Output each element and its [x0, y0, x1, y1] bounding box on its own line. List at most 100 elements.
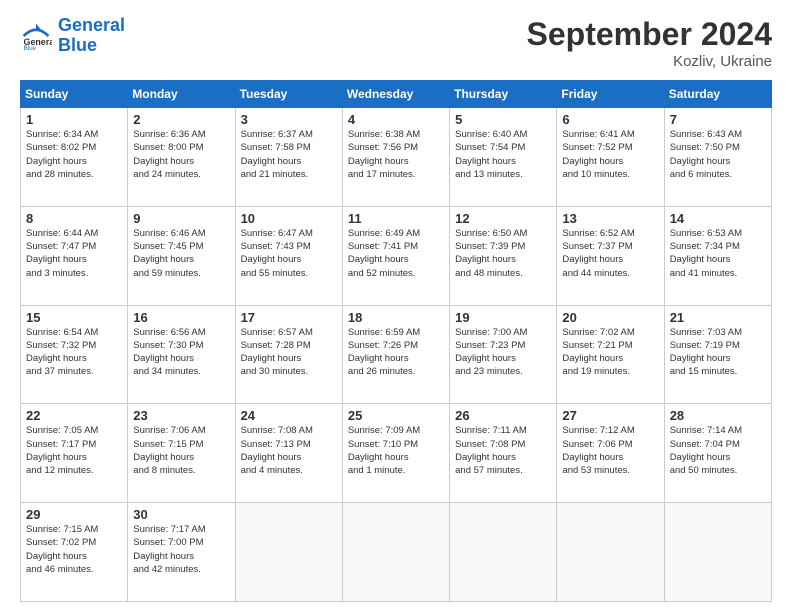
day-number: 16	[133, 310, 229, 325]
calendar-cell: 6 Sunrise: 6:41 AMSunset: 7:52 PMDayligh…	[557, 108, 664, 207]
calendar-cell: 2 Sunrise: 6:36 AMSunset: 8:00 PMDayligh…	[128, 108, 235, 207]
day-number: 15	[26, 310, 122, 325]
day-info: Sunrise: 6:53 AMSunset: 7:34 PMDaylight …	[670, 227, 766, 280]
day-number: 9	[133, 211, 229, 226]
day-number: 6	[562, 112, 658, 127]
col-friday: Friday	[557, 81, 664, 108]
title-block: September 2024 Kozliv, Ukraine	[527, 16, 772, 70]
col-saturday: Saturday	[664, 81, 771, 108]
day-info: Sunrise: 7:03 AMSunset: 7:19 PMDaylight …	[670, 326, 766, 379]
calendar-cell: 20 Sunrise: 7:02 AMSunset: 7:21 PMDaylig…	[557, 305, 664, 404]
calendar-cell: 18 Sunrise: 6:59 AMSunset: 7:26 PMDaylig…	[342, 305, 449, 404]
day-number: 22	[26, 408, 122, 423]
calendar-cell: 26 Sunrise: 7:11 AMSunset: 7:08 PMDaylig…	[450, 404, 557, 503]
calendar-row: 15 Sunrise: 6:54 AMSunset: 7:32 PMDaylig…	[21, 305, 772, 404]
calendar-cell	[450, 503, 557, 602]
col-sunday: Sunday	[21, 81, 128, 108]
day-number: 27	[562, 408, 658, 423]
col-wednesday: Wednesday	[342, 81, 449, 108]
header: General Blue GeneralBlue September 2024 …	[20, 16, 772, 70]
main-title: September 2024	[527, 16, 772, 53]
day-number: 26	[455, 408, 551, 423]
calendar-cell	[235, 503, 342, 602]
day-number: 13	[562, 211, 658, 226]
calendar-cell: 13 Sunrise: 6:52 AMSunset: 7:37 PMDaylig…	[557, 206, 664, 305]
day-number: 24	[241, 408, 337, 423]
day-info: Sunrise: 7:00 AMSunset: 7:23 PMDaylight …	[455, 326, 551, 379]
day-number: 3	[241, 112, 337, 127]
day-number: 28	[670, 408, 766, 423]
calendar-cell: 11 Sunrise: 6:49 AMSunset: 7:41 PMDaylig…	[342, 206, 449, 305]
day-info: Sunrise: 6:59 AMSunset: 7:26 PMDaylight …	[348, 326, 444, 379]
calendar-cell: 12 Sunrise: 6:50 AMSunset: 7:39 PMDaylig…	[450, 206, 557, 305]
day-number: 23	[133, 408, 229, 423]
day-number: 19	[455, 310, 551, 325]
day-info: Sunrise: 6:38 AMSunset: 7:56 PMDaylight …	[348, 128, 444, 181]
day-info: Sunrise: 6:37 AMSunset: 7:58 PMDaylight …	[241, 128, 337, 181]
calendar-row: 22 Sunrise: 7:05 AMSunset: 7:17 PMDaylig…	[21, 404, 772, 503]
day-info: Sunrise: 6:43 AMSunset: 7:50 PMDaylight …	[670, 128, 766, 181]
day-info: Sunrise: 7:14 AMSunset: 7:04 PMDaylight …	[670, 424, 766, 477]
logo-icon: General Blue	[20, 20, 52, 52]
day-info: Sunrise: 7:08 AMSunset: 7:13 PMDaylight …	[241, 424, 337, 477]
day-info: Sunrise: 6:46 AMSunset: 7:45 PMDaylight …	[133, 227, 229, 280]
calendar-header-row: Sunday Monday Tuesday Wednesday Thursday…	[21, 81, 772, 108]
calendar-cell	[342, 503, 449, 602]
day-info: Sunrise: 7:15 AMSunset: 7:02 PMDaylight …	[26, 523, 122, 576]
day-info: Sunrise: 6:47 AMSunset: 7:43 PMDaylight …	[241, 227, 337, 280]
day-number: 25	[348, 408, 444, 423]
day-info: Sunrise: 6:49 AMSunset: 7:41 PMDaylight …	[348, 227, 444, 280]
day-number: 21	[670, 310, 766, 325]
day-info: Sunrise: 6:50 AMSunset: 7:39 PMDaylight …	[455, 227, 551, 280]
calendar-cell: 17 Sunrise: 6:57 AMSunset: 7:28 PMDaylig…	[235, 305, 342, 404]
day-info: Sunrise: 7:12 AMSunset: 7:06 PMDaylight …	[562, 424, 658, 477]
calendar-row: 1 Sunrise: 6:34 AMSunset: 8:02 PMDayligh…	[21, 108, 772, 207]
calendar-cell: 7 Sunrise: 6:43 AMSunset: 7:50 PMDayligh…	[664, 108, 771, 207]
calendar-cell: 8 Sunrise: 6:44 AMSunset: 7:47 PMDayligh…	[21, 206, 128, 305]
day-number: 14	[670, 211, 766, 226]
calendar-cell	[664, 503, 771, 602]
calendar-cell: 3 Sunrise: 6:37 AMSunset: 7:58 PMDayligh…	[235, 108, 342, 207]
day-number: 5	[455, 112, 551, 127]
calendar-cell: 19 Sunrise: 7:00 AMSunset: 7:23 PMDaylig…	[450, 305, 557, 404]
day-info: Sunrise: 7:02 AMSunset: 7:21 PMDaylight …	[562, 326, 658, 379]
calendar-cell: 27 Sunrise: 7:12 AMSunset: 7:06 PMDaylig…	[557, 404, 664, 503]
day-info: Sunrise: 6:44 AMSunset: 7:47 PMDaylight …	[26, 227, 122, 280]
calendar-cell: 9 Sunrise: 6:46 AMSunset: 7:45 PMDayligh…	[128, 206, 235, 305]
col-thursday: Thursday	[450, 81, 557, 108]
day-info: Sunrise: 7:11 AMSunset: 7:08 PMDaylight …	[455, 424, 551, 477]
day-info: Sunrise: 6:56 AMSunset: 7:30 PMDaylight …	[133, 326, 229, 379]
col-tuesday: Tuesday	[235, 81, 342, 108]
day-number: 1	[26, 112, 122, 127]
calendar-cell: 30 Sunrise: 7:17 AMSunset: 7:00 PMDaylig…	[128, 503, 235, 602]
day-info: Sunrise: 7:09 AMSunset: 7:10 PMDaylight …	[348, 424, 444, 477]
calendar-cell: 29 Sunrise: 7:15 AMSunset: 7:02 PMDaylig…	[21, 503, 128, 602]
calendar-body: 1 Sunrise: 6:34 AMSunset: 8:02 PMDayligh…	[21, 108, 772, 602]
day-number: 8	[26, 211, 122, 226]
calendar-cell: 24 Sunrise: 7:08 AMSunset: 7:13 PMDaylig…	[235, 404, 342, 503]
calendar-cell: 15 Sunrise: 6:54 AMSunset: 7:32 PMDaylig…	[21, 305, 128, 404]
day-info: Sunrise: 6:57 AMSunset: 7:28 PMDaylight …	[241, 326, 337, 379]
day-number: 4	[348, 112, 444, 127]
svg-text:Blue: Blue	[24, 45, 37, 52]
calendar-cell: 5 Sunrise: 6:40 AMSunset: 7:54 PMDayligh…	[450, 108, 557, 207]
day-info: Sunrise: 6:40 AMSunset: 7:54 PMDaylight …	[455, 128, 551, 181]
calendar-cell: 22 Sunrise: 7:05 AMSunset: 7:17 PMDaylig…	[21, 404, 128, 503]
day-number: 10	[241, 211, 337, 226]
day-info: Sunrise: 6:34 AMSunset: 8:02 PMDaylight …	[26, 128, 122, 181]
day-info: Sunrise: 7:06 AMSunset: 7:15 PMDaylight …	[133, 424, 229, 477]
day-info: Sunrise: 6:41 AMSunset: 7:52 PMDaylight …	[562, 128, 658, 181]
day-info: Sunrise: 6:52 AMSunset: 7:37 PMDaylight …	[562, 227, 658, 280]
calendar-row: 29 Sunrise: 7:15 AMSunset: 7:02 PMDaylig…	[21, 503, 772, 602]
calendar-cell	[557, 503, 664, 602]
subtitle: Kozliv, Ukraine	[527, 53, 772, 70]
logo-text: GeneralBlue	[58, 16, 125, 56]
day-number: 17	[241, 310, 337, 325]
calendar-cell: 4 Sunrise: 6:38 AMSunset: 7:56 PMDayligh…	[342, 108, 449, 207]
day-number: 18	[348, 310, 444, 325]
calendar-cell: 1 Sunrise: 6:34 AMSunset: 8:02 PMDayligh…	[21, 108, 128, 207]
calendar-cell: 28 Sunrise: 7:14 AMSunset: 7:04 PMDaylig…	[664, 404, 771, 503]
calendar-cell: 14 Sunrise: 6:53 AMSunset: 7:34 PMDaylig…	[664, 206, 771, 305]
day-number: 11	[348, 211, 444, 226]
day-info: Sunrise: 6:54 AMSunset: 7:32 PMDaylight …	[26, 326, 122, 379]
